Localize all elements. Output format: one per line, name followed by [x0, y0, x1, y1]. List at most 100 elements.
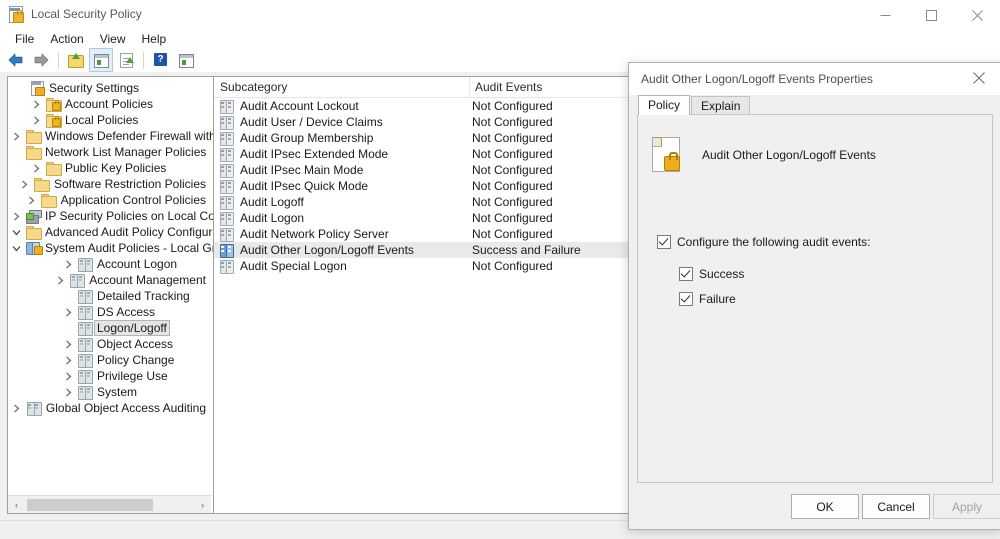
menu-action[interactable]: Action — [42, 31, 91, 47]
scroll-right-button[interactable]: › — [194, 497, 211, 513]
tree-twisty[interactable] — [60, 308, 76, 317]
tree-item-public-key-policies[interactable]: Public Key Policies — [8, 160, 213, 176]
tree-item-account-logon[interactable]: Account Logon — [8, 256, 213, 272]
tree-item-windows-defender-firewall-with-advan[interactable]: Windows Defender Firewall with Advan — [8, 128, 213, 144]
tree-twisty[interactable] — [28, 164, 44, 173]
tree-item-application-control-policies[interactable]: Application Control Policies — [8, 192, 213, 208]
toolbar-separator-2 — [143, 51, 144, 69]
tree-twisty[interactable] — [9, 404, 25, 413]
tree-item-detailed-tracking[interactable]: Detailed Tracking — [8, 288, 213, 304]
tree-twisty[interactable] — [60, 260, 76, 269]
chevron-right-icon — [57, 276, 64, 284]
folder-icon — [34, 178, 51, 192]
cell-audit-events: Not Configured — [472, 259, 553, 273]
tree-item-local-policies[interactable]: Local Policies — [8, 112, 213, 128]
cell-subcategory: Audit Logon — [240, 211, 305, 225]
show-hide-console-tree-button[interactable] — [89, 48, 113, 72]
cancel-button[interactable]: Cancel — [862, 494, 930, 519]
success-checkbox-box[interactable] — [679, 267, 693, 281]
tree-twisty[interactable] — [60, 340, 76, 349]
tree-twisty[interactable] — [60, 388, 76, 397]
cell-subcategory: Audit Network Policy Server — [240, 227, 389, 241]
minimize-button[interactable] — [862, 0, 908, 30]
tree-item-network-list-manager-policies[interactable]: Network List Manager Policies — [8, 144, 213, 160]
success-checkbox[interactable]: Success — [679, 267, 744, 281]
scrollbar-thumb[interactable] — [27, 498, 153, 511]
export-list-button[interactable] — [114, 48, 138, 72]
failure-checkbox-box[interactable] — [679, 292, 693, 306]
dialog-close-button[interactable] — [958, 63, 1000, 93]
tree-item-software-restriction-policies[interactable]: Software Restriction Policies — [8, 176, 213, 192]
title-bar: Local Security Policy — [0, 0, 1000, 30]
tree-item-logon-logoff[interactable]: Logon/Logoff — [8, 320, 213, 336]
failure-checkbox[interactable]: Failure — [679, 292, 736, 306]
tree-item-account-management[interactable]: Account Management — [8, 272, 213, 288]
tree-twisty[interactable] — [28, 116, 44, 125]
tree-twisty[interactable] — [8, 212, 24, 221]
column-header-audit-events[interactable]: Audit Events — [475, 80, 542, 94]
cell-subcategory: Audit IPsec Main Mode — [240, 163, 364, 177]
console-tree-icon — [93, 52, 109, 68]
cell-subcategory: Audit Account Lockout — [240, 99, 359, 113]
folder-icon — [25, 146, 42, 160]
tree-item-label: System — [97, 385, 138, 399]
forward-button[interactable] — [29, 48, 53, 72]
tab-policy[interactable]: Policy — [638, 95, 691, 115]
tree-item-global-object-access-auditing[interactable]: Global Object Access Auditing — [8, 400, 213, 416]
tab-explain[interactable]: Explain — [691, 96, 751, 115]
menu-help[interactable]: Help — [134, 31, 175, 47]
chevron-down-icon — [12, 229, 20, 235]
tree-twisty[interactable] — [28, 100, 44, 109]
ok-button[interactable]: OK — [791, 494, 859, 519]
tree-horizontal-scrollbar[interactable]: ‹ › — [8, 495, 211, 513]
tree-twisty[interactable] — [60, 372, 76, 381]
scroll-left-button[interactable]: ‹ — [8, 497, 25, 513]
tree-twisty[interactable] — [24, 196, 40, 205]
tree-twisty[interactable] — [52, 276, 68, 285]
configure-audit-events-checkbox-box[interactable] — [657, 235, 671, 249]
audit-category-icon — [78, 289, 93, 304]
configure-audit-events-label: Configure the following audit events: — [677, 235, 871, 249]
chevron-right-icon — [65, 356, 71, 364]
cell-subcategory: Audit Group Membership — [240, 131, 374, 145]
dialog-tabs: Policy Explain — [638, 95, 751, 115]
tree-item-privilege-use[interactable]: Privilege Use — [8, 368, 213, 384]
tree-twisty[interactable] — [8, 228, 24, 237]
view-options-button[interactable] — [174, 48, 198, 72]
tree-twisty[interactable] — [60, 356, 76, 365]
audit-category-icon — [26, 401, 42, 416]
tree-item-security-settings[interactable]: Security Settings — [8, 80, 213, 96]
back-button[interactable] — [4, 48, 28, 72]
menu-bar: File Action View Help — [0, 30, 1000, 48]
tree-item-ip-security-policies-on-local-computer[interactable]: IP Security Policies on Local Computer — [8, 208, 213, 224]
chevron-right-icon — [22, 180, 28, 188]
tree-item-account-policies[interactable]: Account Policies — [8, 96, 213, 112]
scrollbar-track[interactable] — [25, 496, 194, 513]
tree-item-object-access[interactable]: Object Access — [8, 336, 213, 352]
chevron-right-icon — [29, 196, 35, 204]
tree-item-policy-change[interactable]: Policy Change — [8, 352, 213, 368]
column-header-subcategory[interactable]: Subcategory — [220, 80, 287, 94]
menu-file[interactable]: File — [7, 31, 42, 47]
audit-category-icon — [78, 257, 93, 272]
tree-item-system-audit-policies-local-group[interactable]: System Audit Policies - Local Group — [8, 240, 213, 256]
menu-view[interactable]: View — [92, 31, 134, 47]
tree-twisty[interactable] — [8, 132, 24, 141]
close-button[interactable] — [954, 0, 1000, 30]
column-divider[interactable] — [469, 77, 470, 97]
tree-item-advanced-audit-policy-configuration[interactable]: Advanced Audit Policy Configuration — [8, 224, 213, 240]
configure-audit-events-checkbox[interactable]: Configure the following audit events: — [657, 235, 870, 249]
export-document-icon — [118, 52, 134, 68]
help-button[interactable]: ? — [149, 48, 173, 72]
folder-up-icon — [68, 52, 84, 68]
tree-item-ds-access[interactable]: DS Access — [8, 304, 213, 320]
maximize-button[interactable] — [908, 0, 954, 30]
tree-item-label: Software Restriction Policies — [53, 177, 206, 191]
cell-audit-events: Success and Failure — [472, 243, 581, 257]
tree-twisty[interactable] — [17, 180, 33, 189]
tree-twisty[interactable] — [8, 244, 24, 253]
chevron-right-icon — [33, 100, 39, 108]
up-one-level-button[interactable] — [64, 48, 88, 72]
chevron-right-icon — [65, 372, 71, 380]
tree-item-system[interactable]: System — [8, 384, 213, 400]
